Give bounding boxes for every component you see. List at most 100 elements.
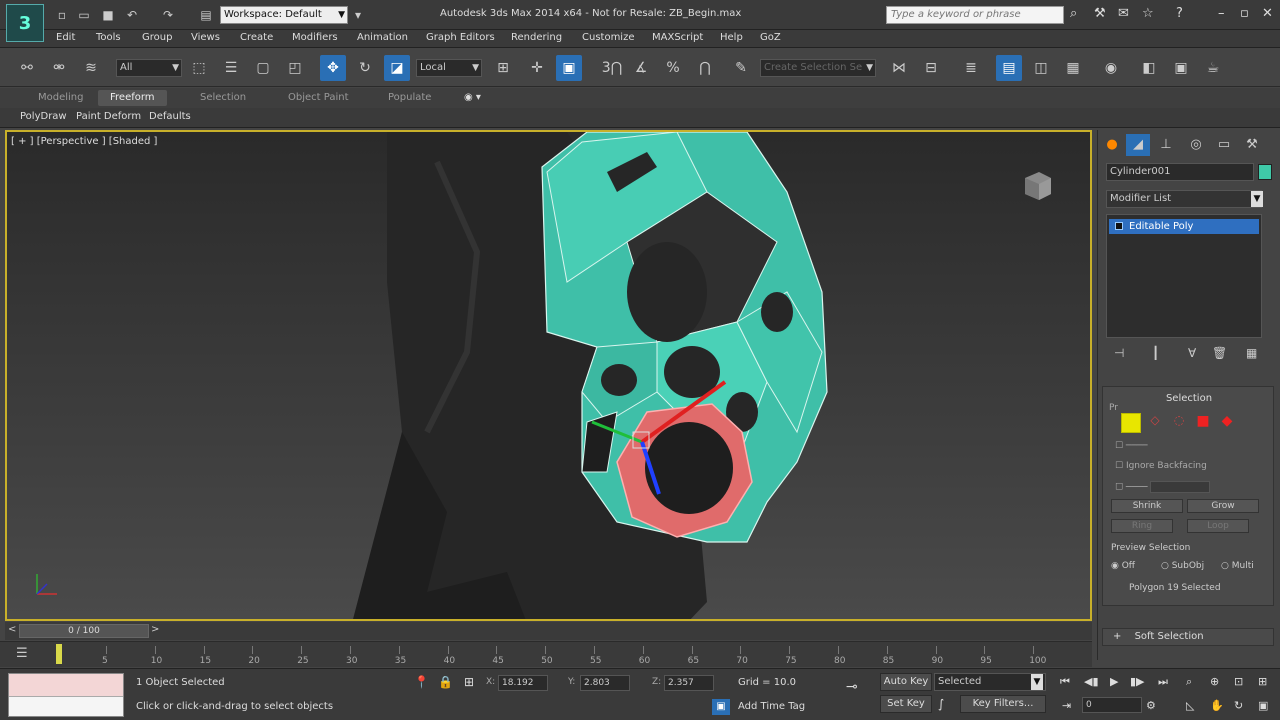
element-mode-icon[interactable]: ◆ <box>1217 413 1237 433</box>
add-time-tag-button[interactable]: Add Time Tag <box>738 701 805 712</box>
key-tangent-icon[interactable]: ∫ <box>938 697 944 711</box>
select-and-manipulate-icon[interactable]: ✛ <box>524 55 550 81</box>
preview-off-radio[interactable]: ◉ Off <box>1111 561 1135 571</box>
track-bar[interactable]: ☰ 5 10 15 20 25 30 35 40 45 50 55 60 65 70 75 80 85 90 95 1… <box>0 641 1092 667</box>
create-tab-icon[interactable]: ● <box>1100 134 1124 156</box>
lock-selection-icon[interactable]: 🔒 <box>438 675 453 689</box>
bind-to-space-warp-icon[interactable]: ≋ <box>78 55 104 81</box>
application-menu-button[interactable]: 3 <box>6 4 44 42</box>
select-and-move-icon[interactable]: ✥ <box>320 55 346 81</box>
modify-tab-icon[interactable]: ◢ <box>1126 134 1150 156</box>
make-unique-icon[interactable]: ∀ <box>1188 346 1196 360</box>
set-key-button[interactable]: Set Key <box>880 695 932 713</box>
angle-snap-icon[interactable]: ∡ <box>628 55 654 81</box>
menu-animation[interactable]: Animation <box>357 32 408 43</box>
help-icon[interactable]: ? <box>1176 6 1183 21</box>
utilities-tab-icon[interactable]: ⚒ <box>1240 134 1264 156</box>
undo-icon[interactable]: ↶ <box>124 7 140 23</box>
maximize-viewport-icon[interactable]: ▣ <box>1258 699 1268 712</box>
search-input[interactable]: Type a keyword or phrase <box>886 6 1064 24</box>
auto-key-button[interactable]: Auto Key <box>880 673 932 691</box>
binoculars-icon[interactable]: ⌕ <box>1070 6 1077 21</box>
tab-selection[interactable]: Selection <box>200 92 246 103</box>
maxscript-listener[interactable] <box>8 673 124 717</box>
key-mode-dropdown[interactable]: Selected ▼ <box>934 673 1046 691</box>
edit-named-selection-icon[interactable]: ✎ <box>728 55 754 81</box>
named-selection-sets-dropdown[interactable]: Create Selection Se ▼ <box>760 59 876 77</box>
orbit-icon[interactable]: ↻ <box>1234 699 1243 712</box>
menu-graph-editors[interactable]: Graph Editors <box>426 32 495 43</box>
rollout-title[interactable]: Selection <box>1103 393 1275 404</box>
time-configuration-icon[interactable]: ⚙ <box>1146 699 1156 712</box>
tab-populate[interactable]: Populate <box>388 92 431 103</box>
configure-modifier-sets-icon[interactable]: ▦ <box>1246 346 1257 360</box>
render-production-icon[interactable]: ☕ <box>1200 55 1226 81</box>
chevron-left-icon[interactable]: < <box>8 624 16 635</box>
zoom-extents-all-icon[interactable]: ⊞ <box>1258 675 1267 688</box>
time-slider[interactable]: < 0 / 100 > <box>5 622 1092 640</box>
play-icon[interactable]: ▶ <box>1110 675 1118 688</box>
favorites-icon[interactable]: ☆ <box>1142 6 1154 21</box>
ribbon-toggle-icon[interactable]: ◉ ▾ <box>464 92 481 103</box>
by-vertex-checkbox[interactable]: ☐ ──── <box>1115 441 1148 451</box>
menu-maxscript[interactable]: MAXScript <box>652 32 703 43</box>
menu-goz[interactable]: GoZ <box>760 32 781 43</box>
edge-mode-icon[interactable]: ◇ <box>1145 413 1165 433</box>
rendered-frame-window-icon[interactable]: ▣ <box>1168 55 1194 81</box>
mini-curve-editor-icon[interactable]: ☰ <box>16 646 28 661</box>
y-coordinate-field[interactable]: 2.803 <box>580 675 630 691</box>
tab-modeling[interactable]: Modeling <box>38 92 84 103</box>
new-file-icon[interactable]: ▫ <box>54 7 70 23</box>
vertex-mode-icon[interactable] <box>1121 413 1141 433</box>
subscription-icon[interactable]: ⚒ <box>1094 6 1106 21</box>
soft-selection-rollout[interactable]: + Soft Selection <box>1102 628 1274 646</box>
link-icon[interactable]: ⚯ <box>14 55 40 81</box>
expand-icon[interactable] <box>1115 222 1123 230</box>
tab-freeform[interactable]: Freeform <box>98 90 167 106</box>
chevron-right-icon[interactable]: > <box>151 624 159 635</box>
spinner-snap-icon[interactable]: ⋂ <box>692 55 718 81</box>
time-slider-handle[interactable]: 0 / 100 <box>19 624 149 638</box>
select-by-name-icon[interactable]: ☰ <box>218 55 244 81</box>
display-tab-icon[interactable]: ▭ <box>1212 134 1236 156</box>
current-frame-marker[interactable] <box>56 644 62 664</box>
tab-object-paint[interactable]: Object Paint <box>288 92 349 103</box>
rectangular-selection-icon[interactable]: ▢ <box>250 55 276 81</box>
grow-button[interactable]: Grow <box>1187 499 1259 513</box>
loop-button[interactable]: Loop <box>1187 519 1249 533</box>
motion-tab-icon[interactable]: ◎ <box>1184 134 1208 156</box>
save-icon[interactable]: ■ <box>100 7 116 23</box>
menu-edit[interactable]: Edit <box>56 32 75 43</box>
menu-customize[interactable]: Customize <box>582 32 635 43</box>
percent-snap-icon[interactable]: % <box>660 55 686 81</box>
unlink-icon[interactable]: ⚮ <box>46 55 72 81</box>
modifier-list-dropdown[interactable]: Modifier List <box>1106 190 1262 208</box>
panel-polydraw[interactable]: PolyDraw <box>20 111 67 122</box>
ignore-backfacing-checkbox[interactable]: ☐ Ignore Backfacing <box>1115 461 1207 471</box>
perspective-viewport[interactable]: [ + ] [Perspective ] [Shaded ] <box>5 130 1092 621</box>
open-file-icon[interactable]: ▭ <box>76 7 92 23</box>
viewcube-icon[interactable] <box>1019 168 1055 204</box>
reference-coordinate-dropdown[interactable]: Local ▼ <box>416 59 482 77</box>
viewport-label[interactable]: [ + ] [Perspective ] [Shaded ] <box>11 136 157 147</box>
go-to-start-icon[interactable]: ⏮ <box>1060 675 1070 689</box>
menu-tools[interactable]: Tools <box>96 32 121 43</box>
select-and-rotate-icon[interactable]: ↻ <box>352 55 378 81</box>
isolate-selection-icon[interactable]: 📍 <box>414 675 429 689</box>
close-icon[interactable]: ✕ <box>1262 6 1273 21</box>
polygon-mode-icon[interactable]: ■ <box>1193 413 1213 433</box>
select-and-scale-icon[interactable]: ◪ <box>384 55 410 81</box>
menu-group[interactable]: Group <box>142 32 172 43</box>
schematic-view-icon[interactable]: ▦ <box>1060 55 1086 81</box>
preview-multi-radio[interactable]: ○ Multi <box>1221 561 1254 571</box>
minimize-icon[interactable]: – <box>1218 6 1225 21</box>
pin-stack-icon[interactable]: ⊣ <box>1114 346 1124 360</box>
pan-view-icon[interactable]: ✋ <box>1210 699 1224 712</box>
zoom-icon[interactable]: ⌕ <box>1186 675 1192 689</box>
window-crossing-icon[interactable]: ◰ <box>282 55 308 81</box>
select-object-icon[interactable]: ⬚ <box>186 55 212 81</box>
current-frame-field[interactable]: 0 <box>1082 697 1142 713</box>
menu-create[interactable]: Create <box>240 32 273 43</box>
shrink-button[interactable]: Shrink <box>1111 499 1183 513</box>
object-color-swatch[interactable] <box>1258 164 1272 180</box>
